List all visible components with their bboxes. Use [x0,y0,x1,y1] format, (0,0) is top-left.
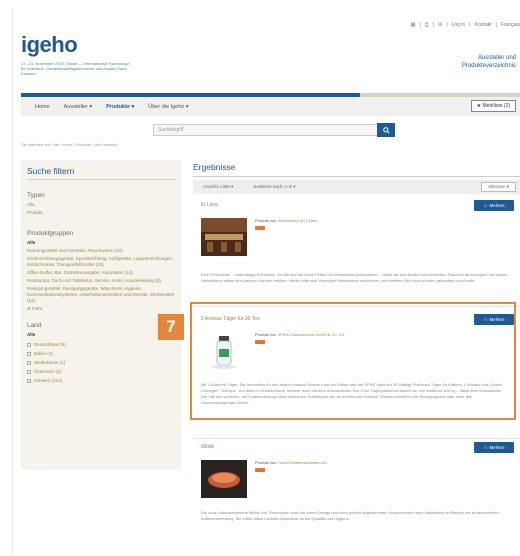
producer-link[interactable]: Weinfactory AG Cham [277,218,317,223]
results-title: Ergebnisse [193,162,236,172]
country-label: Deutschland (8) [34,342,66,347]
producer-link[interactable]: Trudel Kaffeemaschinen AG [277,460,327,465]
checkbox[interactable] [27,360,31,365]
language-link[interactable]: Français [501,22,520,28]
results-divider [193,176,520,177]
producer-prefix: Produkt von [255,460,277,465]
filter-sidebar: Suche filtern Typen Alle Produkt Produkt… [21,160,181,470]
new-tag [255,226,265,230]
top-links: ▦ | ⎙ | ✉ | Log in | Kontakt | Français [410,22,520,28]
group-all[interactable]: Alle [27,240,175,246]
highlight-frame [190,302,516,420]
group-item[interactable]: Küchenrichtungsgeräte, Spezialrichtung, … [27,256,175,268]
checkbox[interactable] [27,342,31,347]
country-checkbox[interactable]: Österreich (1) [27,367,175,376]
country-label: Schweiz (113) [34,378,63,383]
product-image[interactable] [201,460,247,498]
producer-line: Produkt von Trudel Kaffeemaschinen AG [255,460,327,465]
country-checkbox[interactable]: Deutschland (8) [27,340,175,349]
tagline-line-2: Produkteverzeichnis [461,63,516,69]
merken-button[interactable]: ☆ Merken [474,200,514,211]
checkbox[interactable] [27,351,31,356]
main-nav: Home Aussteller ▾ Produkte ▾ Über die Ig… [21,97,520,116]
country-label: Italien (2) [34,351,53,356]
result-card: El Lena ☆ Merken Produkt von Weinfactory … [193,200,520,302]
nav-aussteller[interactable]: Aussteller ▾ [64,104,92,110]
result-description: Eine Geschichte – unabhängig Erlebnisse:… [201,272,508,283]
merkliste-button[interactable]: ★ Merkliste (2) [470,100,516,112]
producer-line: Produkt von Weinfactory AG Cham [255,218,317,223]
result-title[interactable]: El Lena [201,202,218,208]
merken-label: Merken [489,203,505,208]
view-select[interactable]: Ansicht: Liste ▾ [203,184,233,190]
results-toolbar: Ansicht: Liste ▾ Sortieren nach: A-Z ▾ A… [193,180,520,194]
breadcrumb[interactable]: Sie befinden sich hier: Home | Produkte … [21,142,118,147]
result-description: Die neue vollautomatische Mibtik von The… [201,510,499,521]
actions-button[interactable]: Aktionen ▾ [480,182,516,192]
contact-link[interactable]: Kontakt [475,22,492,28]
product-image[interactable] [201,218,247,256]
producer-prefix: Produkt von [255,218,277,223]
browser-page: ▦ | ⎙ | ✉ | Log in | Kontakt | Français … [12,8,520,554]
result-divider [193,438,520,439]
type-all[interactable]: Alle [27,202,175,208]
country-checkbox[interactable]: Italien (2) [27,349,175,358]
nav-ueber-igeho[interactable]: Über die Igeho ▾ [148,104,188,110]
star-icon: ☆ [483,202,488,208]
group-item[interactable]: Office-Buffet, Bar, Getränkeausgabe, Aut… [27,270,175,276]
header-tagline: Aussteller und Produkteverzeichnis [462,54,516,70]
nav-produkte[interactable]: Produkte ▾ [106,104,134,110]
checkbox[interactable] [27,369,31,374]
groups-more-link[interactable]: ⊕ mehr [27,306,175,312]
sort-select[interactable]: Sortieren nach: A-Z ▾ [253,184,295,190]
nav-home[interactable]: Home [35,104,50,110]
step-number-badge: 7 [158,314,184,340]
search-button[interactable] [377,123,395,137]
type-product[interactable]: Produkt [27,210,175,216]
country-checkbox[interactable]: Niederlande (1) [27,358,175,367]
result-title[interactable]: Mibtik [201,444,214,450]
logo-subtitle: 17.–21. November 2015 | Basel — Internat… [21,61,130,76]
country-label: Österreich (1) [34,369,62,374]
country-checkbox[interactable]: Schweiz (113) [27,376,175,385]
country-heading: Land [27,322,42,329]
filter-title: Suche filtern [27,166,175,180]
login-link[interactable]: Log in [452,22,466,28]
grid-icon[interactable]: ▦ [411,22,416,28]
search-input[interactable]: Suchbegriff [153,124,379,136]
tagline-line-1: Aussteller und [477,55,516,61]
search-icon [382,126,390,134]
types-heading: Typen [27,192,45,199]
checkbox[interactable] [27,378,31,383]
group-item[interactable]: Nahrungsmittel und Getränke, Rauchwaren … [27,248,175,254]
igeho-logo[interactable]: igeho [21,32,78,58]
merken-button[interactable]: ☆ Merken [474,442,514,453]
country-all[interactable]: Alle [27,332,175,338]
merken-label: Merken [489,445,505,450]
print-icon[interactable]: ⎙ [425,22,429,28]
result-card: Mibtik ☆ Merken Produkt von Trudel Kaffee… [193,442,520,554]
groups-heading: Produktgruppen [27,230,74,237]
star-icon: ☆ [483,444,488,450]
country-label: Niederlande (1) [34,360,66,365]
group-item[interactable]: Reinigungsmittel, Reinigungsgeräte, Wäsc… [27,286,175,304]
group-item[interactable]: Restaurant, Tisch und Tafelkultur, Servi… [27,278,175,284]
new-tag [255,468,265,472]
mail-icon[interactable]: ✉ [438,22,442,28]
